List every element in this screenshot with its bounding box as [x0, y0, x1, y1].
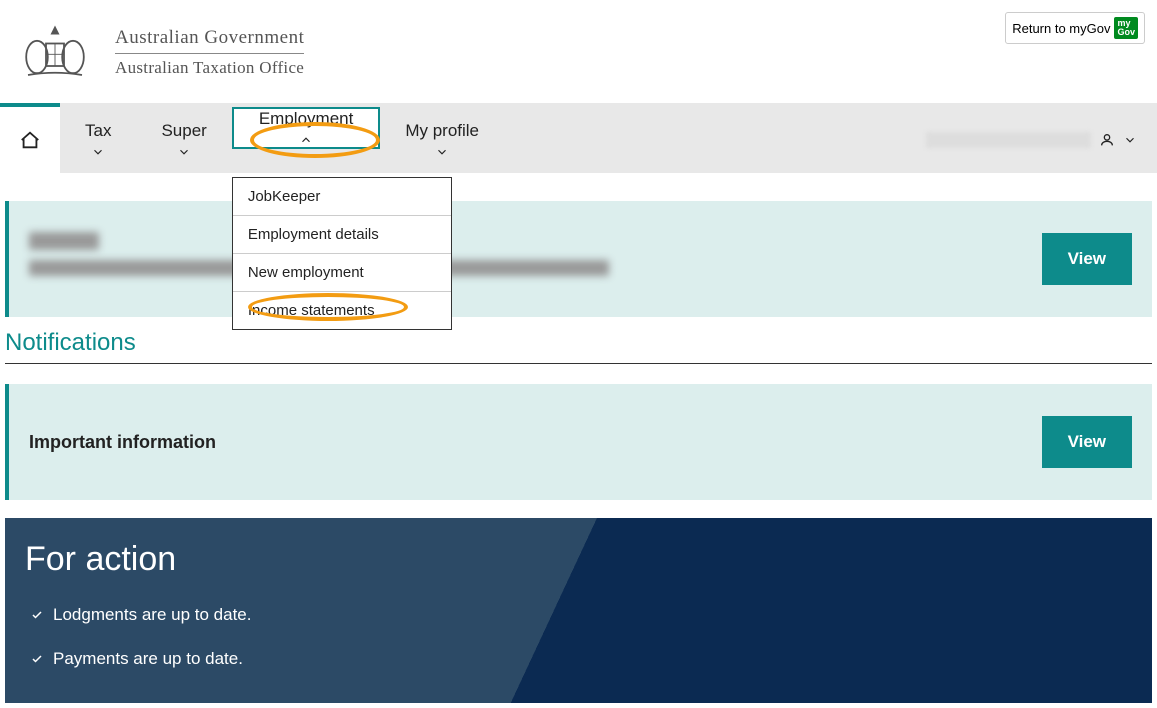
nav-super-label: Super	[161, 121, 206, 141]
for-action-panel: For action Lodgments are up to date. Pay…	[5, 518, 1152, 703]
action-lodgments-label: Lodgments are up to date.	[53, 605, 251, 625]
logo-text: Australian Government Australian Taxatio…	[115, 27, 304, 78]
logo-line2: Australian Taxation Office	[115, 54, 304, 78]
menu-jobkeeper[interactable]: JobKeeper	[233, 178, 451, 216]
chevron-down-icon	[177, 145, 191, 159]
nav-tax[interactable]: Tax	[60, 107, 136, 173]
user-name-redacted	[926, 132, 1091, 148]
menu-new-employment[interactable]: New employment	[233, 254, 451, 292]
action-payments-label: Payments are up to date.	[53, 649, 243, 669]
chevron-up-icon	[299, 133, 313, 147]
return-mygov-link[interactable]: Return to myGov myGov	[1005, 12, 1145, 44]
user-icon	[1099, 132, 1115, 148]
notification-important-info: Important information View	[5, 384, 1152, 500]
chevron-down-icon	[91, 145, 105, 159]
employment-dropdown: JobKeeper Employment details New employm…	[232, 177, 452, 330]
action-payments: Payments are up to date.	[31, 649, 1132, 669]
nav-tax-label: Tax	[85, 121, 111, 141]
tick-icon	[31, 609, 43, 621]
crest-icon	[10, 20, 100, 85]
nav-my-profile[interactable]: My profile	[380, 107, 504, 173]
return-mygov-label: Return to myGov	[1012, 21, 1110, 36]
header: Australian Government Australian Taxatio…	[0, 0, 1157, 103]
nav-employment-label: Employment	[259, 109, 353, 129]
notifications-heading: Notifications	[5, 329, 1152, 364]
menu-income-statements[interactable]: Income statements	[233, 292, 451, 329]
notification-banner-redacted: View	[5, 201, 1152, 317]
chevron-down-icon	[1123, 133, 1137, 147]
nav-super[interactable]: Super	[136, 107, 231, 173]
nav-bar: Tax Super Employment JobKeeper Employmen…	[0, 103, 1157, 173]
action-lodgments: Lodgments are up to date.	[31, 605, 1132, 625]
logo-line1: Australian Government	[115, 27, 304, 54]
nav-employment-wrap: Employment JobKeeper Employment details …	[232, 107, 380, 173]
for-action-heading: For action	[25, 540, 1132, 579]
logo-block: Australian Government Australian Taxatio…	[10, 20, 1147, 85]
nav-my-profile-label: My profile	[405, 121, 479, 141]
tick-icon	[31, 653, 43, 665]
content: View Notifications Important information…	[0, 201, 1157, 703]
home-icon	[19, 129, 41, 151]
view-button[interactable]: View	[1042, 233, 1132, 285]
nav-employment[interactable]: Employment	[232, 107, 380, 149]
view-button[interactable]: View	[1042, 416, 1132, 468]
mygov-badge-icon: myGov	[1114, 17, 1138, 39]
menu-employment-details[interactable]: Employment details	[233, 216, 451, 254]
important-info-label: Important information	[29, 432, 216, 453]
chevron-down-icon	[435, 145, 449, 159]
nav-home[interactable]	[0, 103, 60, 173]
banner-redacted-text	[29, 232, 1042, 286]
user-area[interactable]	[926, 107, 1157, 173]
